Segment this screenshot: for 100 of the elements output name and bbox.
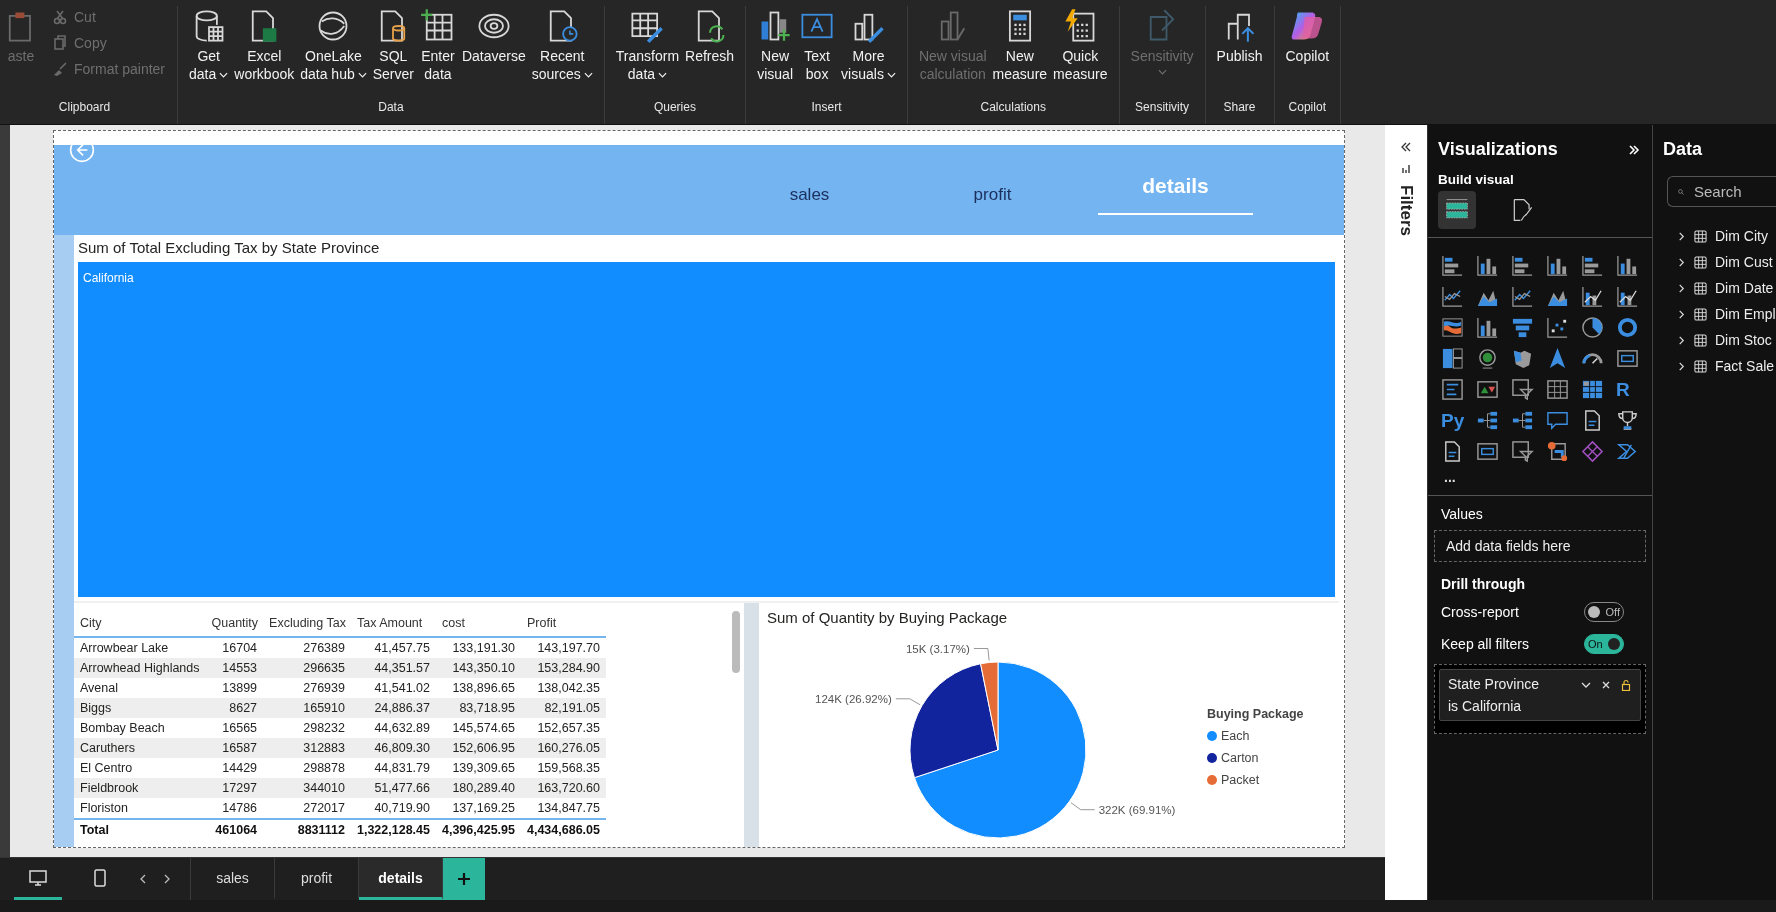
card-icon[interactable] (1616, 347, 1639, 370)
table-cell: 133,191.30 (436, 637, 521, 658)
ribbon-button[interactable]: Copilot (1282, 6, 1333, 67)
ribbon-button[interactable]: New visual (754, 6, 797, 85)
column-chart-icon[interactable] (1616, 254, 1639, 277)
pie-chart-icon[interactable] (1581, 316, 1604, 339)
ribbon-button[interactable]: Excel workbook (231, 6, 298, 85)
table-name[interactable]: Dim Cust (1715, 254, 1773, 270)
table-name[interactable]: Fact Sale (1715, 358, 1775, 374)
combo-chart-icon[interactable] (1616, 285, 1639, 308)
bar-chart-icon[interactable] (1581, 254, 1604, 277)
add-page-button[interactable] (443, 858, 485, 900)
lock-icon[interactable] (1620, 679, 1632, 691)
table-cell: 83,718.95 (436, 698, 521, 718)
pie-slice[interactable] (909, 663, 999, 779)
visual-type-glyph[interactable]: Py (1441, 409, 1469, 432)
page-tab[interactable]: details (359, 858, 443, 900)
ribbon-button[interactable]: Recent sources (528, 6, 596, 85)
filter-condition: is California (1448, 698, 1523, 714)
funnel-icon[interactable] (1511, 316, 1534, 339)
close-icon[interactable] (1600, 679, 1612, 691)
column-header[interactable]: Tax Amount (351, 611, 436, 637)
search-input[interactable]: Search (1692, 182, 1766, 201)
visual-type-glyph[interactable]: R (1616, 378, 1644, 401)
ribbon-button[interactable]: More visuals (838, 6, 899, 85)
diamond-icon[interactable] (1581, 440, 1604, 463)
expand-chevron-icon[interactable] (1677, 335, 1686, 345)
ribbon-button[interactable]: Refresh (682, 6, 738, 67)
pie-slice[interactable] (980, 661, 999, 751)
toggle-switch[interactable]: On (1584, 634, 1624, 654)
ribbon-button[interactable]: SQL Server (369, 6, 417, 85)
more-visuals-button[interactable]: ... (1428, 467, 1652, 495)
ribbon-button[interactable]: Dataverse (458, 6, 529, 67)
tree-diagram-icon[interactable] (1476, 409, 1499, 432)
matrix-icon[interactable] (1581, 378, 1604, 401)
column-chart-icon[interactable] (1476, 254, 1499, 277)
tile-label: California (83, 271, 134, 285)
expand-chevron-icon[interactable] (1677, 361, 1686, 371)
kpi-icon[interactable] (1476, 378, 1499, 401)
field-well-label: Values (1440, 506, 1484, 522)
group-label: Calculations (980, 100, 1046, 114)
trophy-icon[interactable] (1616, 409, 1639, 432)
card-icon[interactable] (1476, 440, 1499, 463)
total-cell: Total (74, 819, 206, 840)
table-name[interactable]: Dim Empl (1715, 306, 1776, 322)
column-header[interactable]: cost (436, 611, 521, 637)
column-chart-icon[interactable] (1476, 316, 1499, 339)
table-name[interactable]: Dim Date (1715, 280, 1774, 296)
table-name[interactable]: Dim Stoc (1715, 332, 1772, 348)
line-chart-icon[interactable] (1441, 285, 1464, 308)
column-header[interactable]: Profit (521, 611, 606, 637)
map-pin-icon[interactable] (1546, 440, 1569, 463)
bar-chart-icon[interactable] (1511, 254, 1534, 277)
filters-title[interactable]: Filters (1396, 185, 1416, 237)
expand-chevron-icon[interactable] (1677, 257, 1686, 267)
page-nav-tab[interactable]: sales (718, 151, 901, 223)
ribbon-button[interactable]: OneLake data hub (297, 6, 370, 85)
ribbon-button[interactable]: New measure (989, 6, 1051, 85)
collapse-icon[interactable] (1400, 141, 1412, 153)
scrollbar[interactable] (732, 611, 740, 673)
ribbon-button[interactable]: Quick measure (1050, 6, 1111, 85)
toggle-label: Cross-report (1441, 604, 1519, 620)
table-icon[interactable] (1546, 378, 1569, 401)
ribbon-button[interactable]: Enter data (416, 6, 459, 85)
table-icon (1694, 229, 1707, 243)
expand-chevron-icon[interactable] (1677, 309, 1686, 319)
tree-diagram-icon[interactable] (1511, 409, 1534, 432)
list-icon[interactable] (1441, 378, 1464, 401)
slicer-icon[interactable] (1511, 378, 1534, 401)
data-label: 15K (3.17%) (905, 642, 970, 655)
ribbon-button[interactable]: Get data (186, 6, 232, 85)
expand-icon[interactable] (1628, 143, 1640, 156)
treemap-icon[interactable] (1441, 347, 1464, 370)
column-header[interactable]: Quantity (205, 611, 264, 637)
expand-chevron-icon[interactable] (1677, 283, 1686, 293)
globe-icon[interactable] (1476, 347, 1499, 370)
column-chart-icon[interactable] (1546, 254, 1569, 277)
drop-zone[interactable]: Add data fields here (1434, 530, 1646, 562)
pie-slice[interactable] (913, 661, 1087, 839)
column-header[interactable]: Excluding Tax (263, 611, 351, 637)
scatter-chart-icon[interactable] (1546, 316, 1569, 339)
slicer-icon[interactable] (1511, 440, 1534, 463)
ribbon-button[interactable]: Text box (796, 6, 839, 85)
page-nav-tab[interactable]: profit (901, 151, 1084, 223)
filter-card[interactable]: State Province is California (1439, 669, 1641, 721)
table-name[interactable]: Dim City (1715, 228, 1768, 244)
line-chart-icon[interactable] (1511, 285, 1534, 308)
ribbon-button[interactable]: Transform data (612, 6, 683, 85)
donut-chart-icon[interactable] (1616, 316, 1639, 339)
bar-chart-icon[interactable] (1441, 254, 1464, 277)
previous-icon[interactable] (138, 874, 148, 884)
next-icon[interactable] (162, 874, 172, 884)
speech-bubble-icon[interactable] (1546, 409, 1569, 432)
ribbon-chart-icon[interactable] (1441, 316, 1464, 339)
combo-chart-icon[interactable] (1581, 285, 1604, 308)
column-header[interactable]: City (74, 611, 206, 637)
expand-chevron-icon[interactable] (1677, 231, 1686, 241)
ribbon-button[interactable]: Publish (1213, 6, 1266, 67)
search-field[interactable]: Search (1667, 176, 1776, 207)
build-visual-tab[interactable] (1438, 191, 1476, 229)
